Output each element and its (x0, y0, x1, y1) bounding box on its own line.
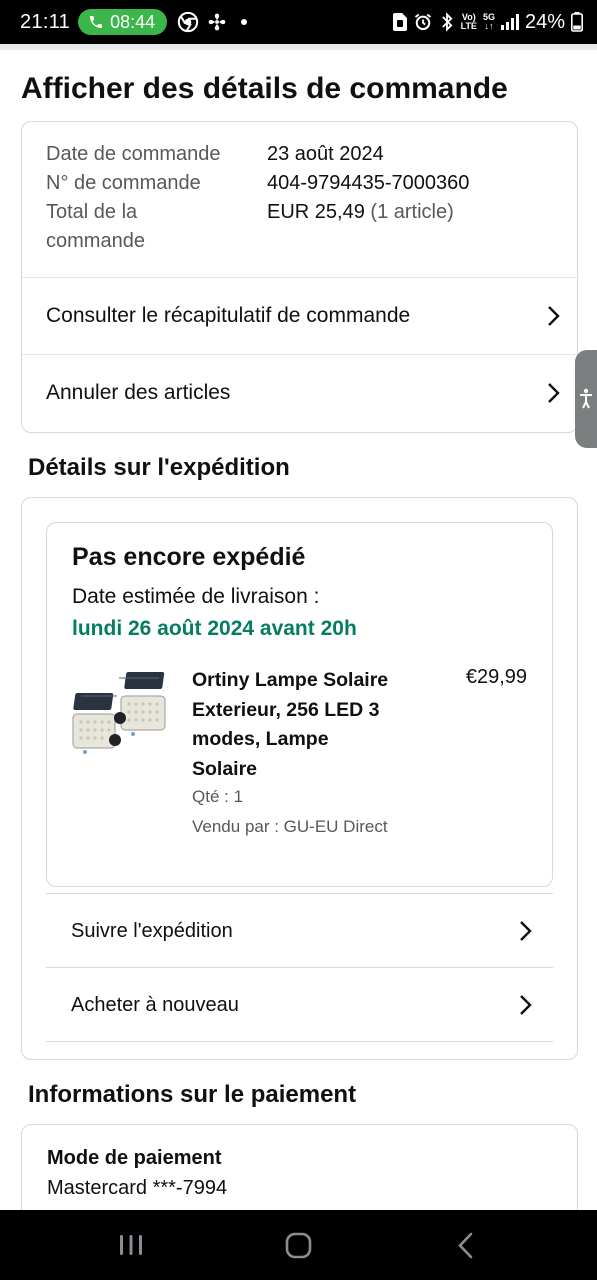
product-quantity: Qté : 1 (192, 787, 244, 806)
notification-dot (241, 19, 248, 25)
product-image[interactable] (71, 668, 171, 760)
phone-icon (90, 16, 103, 28)
action-list-divider (46, 1041, 553, 1042)
order-total-value: EUR 25,49 (1 article) (267, 201, 454, 223)
alarm-icon (414, 13, 431, 31)
payment-method-label: Mode de paiement (47, 1147, 222, 1169)
shipping-section-title: Détails sur l'expédition (28, 454, 290, 481)
signal-icon (500, 14, 519, 30)
chevron-right-icon (520, 921, 532, 941)
product-seller: Vendu par : GU-EU Direct (192, 817, 388, 836)
order-summary-card: Date de commande 23 août 2024 N° de comm… (21, 121, 579, 433)
delivery-eta-label: Date estimée de livraison : (72, 585, 320, 608)
chevron-right-icon (548, 383, 560, 403)
order-date-value: 23 août 2024 (267, 143, 384, 165)
product-price: €29,99 (465, 666, 527, 688)
status-bar: 21:11 08:44 Vo) LTE 5G ↓↑ 24% (0, 0, 597, 44)
payment-card: Mode de paiement Mastercard ***-7994 (21, 1124, 578, 1210)
bluetooth-icon (441, 12, 453, 32)
back-icon[interactable] (456, 1232, 476, 1259)
track-shipment-label: Suivre l'expédition (71, 919, 233, 942)
payment-section-title: Informations sur le paiement (28, 1081, 357, 1108)
status-time: 21:11 (20, 10, 71, 33)
home-icon[interactable] (285, 1232, 312, 1259)
accessibility-icon (580, 388, 592, 409)
cancel-items-label: Annuler des articles (46, 381, 231, 404)
recents-icon[interactable] (118, 1232, 144, 1258)
payment-method-value: Mastercard ***-7994 (47, 1177, 228, 1199)
chrome-icon (177, 11, 199, 33)
page-title: Afficher des détails de commande (21, 72, 508, 105)
order-total-label: Total de la commande (46, 201, 145, 252)
order-number-value: 404-9794435-7000360 (267, 172, 470, 194)
track-shipment-button[interactable]: Suivre l'expédition (46, 893, 553, 968)
battery-percent: 24% (524, 10, 565, 33)
fan-icon (208, 13, 226, 31)
buy-again-label: Acheter à nouveau (71, 993, 239, 1016)
accessibility-handle[interactable] (575, 350, 597, 448)
navigation-bar (0, 1210, 597, 1280)
battery-icon (571, 12, 583, 32)
ongoing-call-pill[interactable]: 08:44 (78, 9, 168, 35)
product-title-link[interactable]: Ortiny Lampe Solaire Exterieur, 256 LED … (192, 666, 392, 784)
shipment-status: Pas encore expédié (72, 543, 306, 571)
chevron-right-icon (520, 995, 532, 1015)
shipping-card: Pas encore expédié Date estimée de livra… (21, 497, 578, 1060)
order-number-label: N° de commande (46, 172, 201, 194)
buy-again-button[interactable]: Acheter à nouveau (46, 967, 553, 1042)
call-duration: 08:44 (110, 11, 156, 32)
order-item-count: (1 article) (370, 201, 454, 223)
delivery-eta-date: lundi 26 août 2024 avant 20h (72, 617, 357, 640)
shipment-box: Pas encore expédié Date estimée de livra… (46, 522, 553, 887)
order-date-label: Date de commande (46, 143, 221, 165)
order-details-page[interactable]: Afficher des détails de commande Date de… (0, 50, 597, 1210)
network-indicator: 5G ↓↑ (482, 12, 495, 31)
volte-indicator: Vo) LTE (460, 12, 477, 31)
sim-icon (392, 13, 407, 31)
chevron-right-icon (548, 306, 560, 326)
order-recap-label: Consulter le récapitulatif de commande (46, 304, 411, 327)
cancel-items-link[interactable]: Annuler des articles (22, 354, 579, 431)
order-recap-link[interactable]: Consulter le récapitulatif de commande (22, 277, 579, 354)
